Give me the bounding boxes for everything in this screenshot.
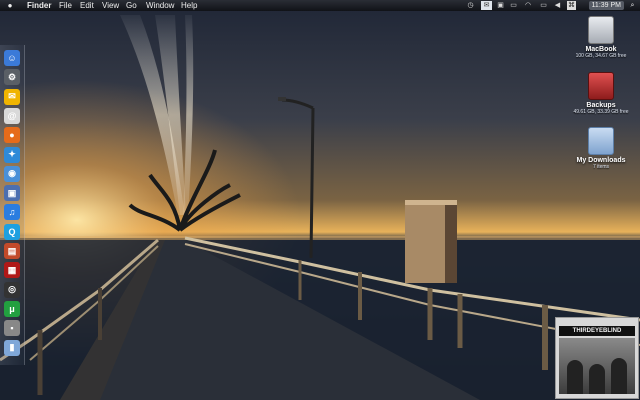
dock-item-utility[interactable]: ▪ — [4, 320, 20, 337]
desktop-wallpaper — [0, 0, 640, 400]
menu-edit[interactable]: Edit — [80, 0, 94, 11]
preview-icon: ▣ — [7, 187, 17, 198]
dock: ☺ ⚙ ✉ @ ● ✦ ◉ ▣ ♫ Q ▤ ▦ ◎ μ ▪ ▮ — [0, 45, 25, 365]
finder-icon: ☺ — [7, 53, 17, 63]
desktop-icon-label: MacBook — [585, 46, 617, 53]
internal-drive-icon — [588, 16, 614, 44]
dock-item-address-book[interactable]: @ — [4, 107, 20, 124]
album-title: THIRDEYEBLIND — [559, 326, 635, 336]
dock-item-photos[interactable]: ▤ — [4, 243, 20, 259]
desktop-icon-backups[interactable]: Backups 49.61 GB, 33.39 GB free — [571, 72, 631, 115]
spotlight-icon[interactable]: ⌕ — [628, 1, 637, 10]
desktop-icon-sublabel: 49.61 GB, 33.39 GB free — [573, 109, 629, 115]
dock-item-photo-booth[interactable]: ▦ — [4, 262, 20, 279]
apple-icon[interactable]: ● — [6, 0, 14, 11]
desktop-icon-my-downloads[interactable]: My Downloads 7 items — [571, 127, 631, 170]
dock-item-web-browser[interactable]: ◉ — [4, 165, 20, 182]
desktop-icon-label: My Downloads — [576, 157, 626, 164]
external-drive-icon — [588, 72, 614, 100]
album-art-widget[interactable]: THIRDEYEBLIND — [555, 317, 639, 399]
desktop-icon-label: Backups — [586, 102, 616, 109]
desktop-icon-sublabel: 7 items — [592, 164, 610, 170]
volume-icon[interactable]: ◀ — [553, 1, 562, 10]
camera-icon: ◎ — [8, 284, 16, 295]
album-photo — [559, 338, 635, 394]
dock-item-utorrent[interactable]: μ — [4, 300, 20, 317]
menu-go[interactable]: Go — [126, 0, 137, 11]
menu-view[interactable]: View — [102, 0, 119, 11]
mail-icon: ✉ — [8, 91, 16, 102]
utility-icon: ▪ — [10, 323, 14, 334]
quicktime-icon: Q — [8, 226, 16, 237]
dock-item-firefox[interactable]: ● — [4, 127, 20, 144]
mail-icon[interactable]: ✉ — [481, 1, 492, 10]
stack-icon: ▮ — [9, 342, 15, 352]
wifi-icon[interactable]: ◠ — [523, 1, 533, 10]
downloads-folder-icon — [588, 127, 614, 155]
desktop-icon-sublabel: 100 GB, 34.67 GB free — [575, 53, 627, 59]
menu-window[interactable]: Window — [146, 0, 174, 11]
dock-item-quicktime[interactable]: Q — [4, 223, 20, 240]
dock-item-finder[interactable]: ☺ — [4, 50, 20, 66]
display-icon[interactable]: ▭ — [509, 1, 518, 10]
dock-item-documents-stack[interactable]: ▮ — [4, 339, 20, 356]
dock-item-preview[interactable]: ▣ — [4, 185, 20, 202]
globe-icon: ◉ — [8, 168, 16, 179]
timemachine-icon[interactable]: ◷ — [466, 1, 475, 10]
gear-icon: ⚙ — [7, 71, 17, 82]
music-note-icon: ♫ — [8, 207, 16, 218]
safari-icon: ✦ — [8, 149, 16, 159]
photo-booth-icon: ▦ — [7, 264, 17, 275]
battery-icon[interactable]: ▭ — [538, 1, 549, 10]
dock-item-camera[interactable]: ◎ — [4, 281, 20, 298]
menubar-clock[interactable]: 11:39 PM — [588, 1, 624, 10]
firefox-icon: ● — [9, 130, 15, 141]
dock-item-safari[interactable]: ✦ — [4, 146, 20, 163]
dock-item-mail[interactable]: ✉ — [4, 88, 20, 105]
app-menu-finder[interactable]: Finder — [27, 0, 51, 11]
menu-file[interactable]: File — [59, 0, 72, 11]
dock-item-system-preferences[interactable]: ⚙ — [4, 69, 20, 86]
wallpaper-pier-sunset — [0, 0, 640, 400]
input-menu-icon[interactable]: ⌘ — [567, 1, 576, 10]
address-book-icon: @ — [7, 110, 17, 121]
dock-item-itunes[interactable]: ♫ — [4, 204, 20, 221]
menu-bar: ● Finder File Edit View Go Window Help ◷… — [0, 0, 640, 11]
photo-icon: ▤ — [7, 245, 17, 256]
desktop-icon-macbook[interactable]: MacBook 100 GB, 34.67 GB free — [571, 16, 631, 59]
utorrent-icon: μ — [9, 303, 15, 314]
menu-help[interactable]: Help — [181, 0, 197, 11]
spaces-icon[interactable]: ▣ — [496, 1, 505, 10]
